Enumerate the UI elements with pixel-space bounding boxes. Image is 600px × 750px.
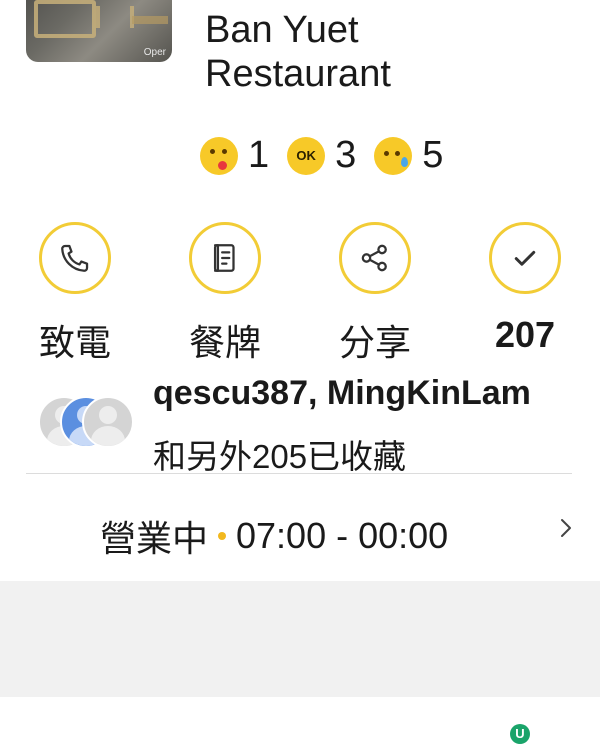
check-icon <box>514 250 536 266</box>
restaurant-name: Ban Yuet Restaurant <box>205 8 391 96</box>
ratings-row: 1 OK 3 5 <box>200 134 461 177</box>
photo-sign-shape <box>96 6 134 28</box>
share-circle <box>339 222 411 294</box>
rating-ok-count: 3 <box>335 134 357 176</box>
share-button[interactable]: 分享 <box>315 222 435 366</box>
photo-sign-shape <box>34 0 96 38</box>
avatar <box>82 396 134 448</box>
section-separator <box>0 581 600 697</box>
restaurant-photo[interactable]: Oper <box>26 0 172 62</box>
menu-circle <box>189 222 261 294</box>
share-label: 分享 <box>338 322 411 363</box>
menu-label: 餐牌 <box>188 322 261 363</box>
call-button[interactable]: 致電 <box>15 222 135 366</box>
opening-hours: 營業中 07:00 - 00:00 <box>100 510 448 562</box>
bookmark-button[interactable]: 207 <box>465 222 585 356</box>
ok-emoji-label: OK <box>296 147 316 163</box>
chevron-right-icon <box>561 519 571 537</box>
photo-watermark: Oper <box>143 47 166 58</box>
sad-emoji-icon <box>374 136 413 175</box>
collector-names: qescu387, MingKinLam <box>153 374 531 412</box>
share-icon <box>361 244 387 272</box>
menu-button[interactable]: 餐牌 <box>165 222 285 366</box>
rating-sad[interactable]: 5 <box>374 134 443 177</box>
photo-sign-shape <box>132 16 168 24</box>
ok-emoji-icon: OK <box>287 136 326 175</box>
action-bar: 致電 餐牌 分享 207 <box>0 222 600 372</box>
u-badge-icon: U <box>510 724 530 744</box>
restaurant-name-line1: Ban Yuet <box>205 9 359 51</box>
rating-smile[interactable]: 1 <box>200 134 269 177</box>
open-status: 營業中 <box>100 518 209 559</box>
collectors-row[interactable]: qescu387, MingKinLam 和另外205已收藏 <box>0 372 600 475</box>
smile-emoji-icon <box>200 136 238 175</box>
status-dot <box>218 532 227 540</box>
menu-icon <box>213 244 235 272</box>
bookmark-circle <box>489 222 561 294</box>
opening-hours-row[interactable]: 營業中 07:00 - 00:00 <box>0 474 600 580</box>
avatar-stack <box>38 396 138 448</box>
bookmark-count: 207 <box>494 314 556 355</box>
rating-ok[interactable]: OK 3 <box>287 134 356 177</box>
phone-icon <box>61 244 89 272</box>
restaurant-name-line2: Restaurant <box>205 53 391 95</box>
call-label: 致電 <box>38 322 111 363</box>
call-circle <box>39 222 111 294</box>
collectors-subtitle: 和另外205已收藏 <box>153 438 407 475</box>
rating-smile-count: 1 <box>248 134 270 176</box>
hours-range: 07:00 - 00:00 <box>236 515 449 556</box>
rating-sad-count: 5 <box>422 134 444 176</box>
